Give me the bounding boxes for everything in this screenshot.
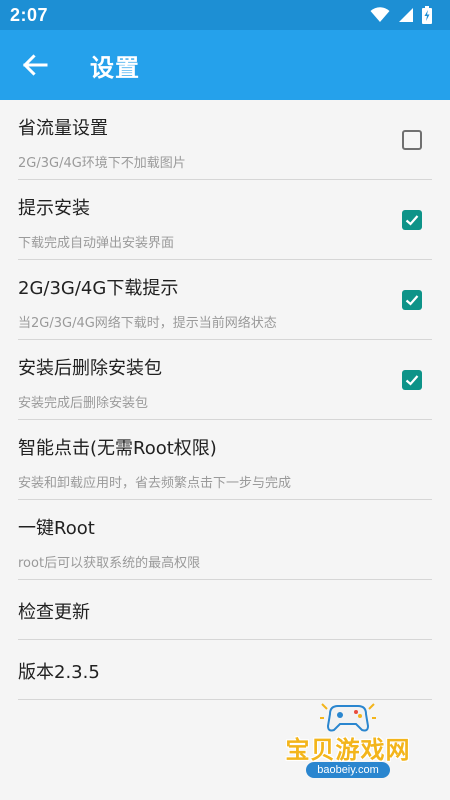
setting-subtitle: 当2G/3G/4G网络下载时，提示当前网络状态 (18, 316, 277, 331)
setting-subtitle: root后可以获取系统的最高权限 (18, 556, 201, 571)
setting-data-saver[interactable]: 省流量设置 2G/3G/4G环境下不加载图片 (0, 100, 450, 180)
setting-subtitle: 下载完成自动弹出安装界面 (18, 236, 175, 251)
setting-title: 智能点击(无需Root权限) (18, 438, 217, 459)
watermark-logo: 宝贝游戏网 baobeiy.com (278, 700, 418, 790)
setting-subtitle: 2G/3G/4G环境下不加载图片 (18, 156, 186, 171)
setting-subtitle: 安装和卸载应用时，省去频繁点击下一步与完成 (18, 476, 292, 491)
setting-title: 提示安装 (18, 198, 90, 219)
setting-title: 省流量设置 (18, 118, 108, 139)
setting-title: 版本2.3.5 (18, 662, 100, 683)
setting-one-click-root[interactable]: 一键Root root后可以获取系统的最高权限 (0, 500, 450, 580)
setting-title: 2G/3G/4G下载提示 (18, 278, 179, 299)
gamepad-icon (320, 703, 376, 732)
data-saver-checkbox[interactable] (402, 130, 422, 150)
setting-version[interactable]: 版本2.3.5 (0, 640, 450, 700)
setting-title: 安装后删除安装包 (18, 358, 162, 379)
setting-subtitle: 安装完成后删除安装包 (18, 396, 149, 411)
app-bar: 设置 (0, 30, 450, 100)
setting-check-update[interactable]: 检查更新 (0, 580, 450, 640)
status-time: 2:07 (10, 4, 49, 25)
delete-after-install-checkbox[interactable] (402, 370, 422, 390)
check-icon (405, 295, 419, 306)
watermark-name: 宝贝游戏网 (285, 736, 411, 764)
arrow-left-icon[interactable] (20, 50, 50, 80)
page-title: 设置 (90, 53, 140, 82)
setting-install-prompt[interactable]: 提示安装 下载完成自动弹出安装界面 (0, 180, 450, 260)
check-icon (405, 375, 419, 386)
setting-delete-after-install[interactable]: 安装后删除安装包 安装完成后删除安装包 (0, 340, 450, 420)
status-icons (370, 6, 432, 24)
check-icon (405, 215, 419, 226)
status-bar: 2:07 (0, 0, 450, 30)
battery-icon (422, 6, 432, 24)
wifi-icon (370, 7, 390, 23)
setting-smart-click[interactable]: 智能点击(无需Root权限) 安装和卸载应用时，省去频繁点击下一步与完成 (0, 420, 450, 500)
setting-mobile-download-prompt[interactable]: 2G/3G/4G下载提示 当2G/3G/4G网络下载时，提示当前网络状态 (0, 260, 450, 340)
setting-title: 一键Root (18, 518, 95, 539)
mobile-download-prompt-checkbox[interactable] (402, 290, 422, 310)
setting-title: 检查更新 (18, 602, 90, 623)
watermark-url: baobeiy.com (306, 762, 390, 778)
install-prompt-checkbox[interactable] (402, 210, 422, 230)
settings-list: 省流量设置 2G/3G/4G环境下不加载图片 提示安装 下载完成自动弹出安装界面… (0, 100, 450, 700)
signal-icon (398, 7, 414, 23)
